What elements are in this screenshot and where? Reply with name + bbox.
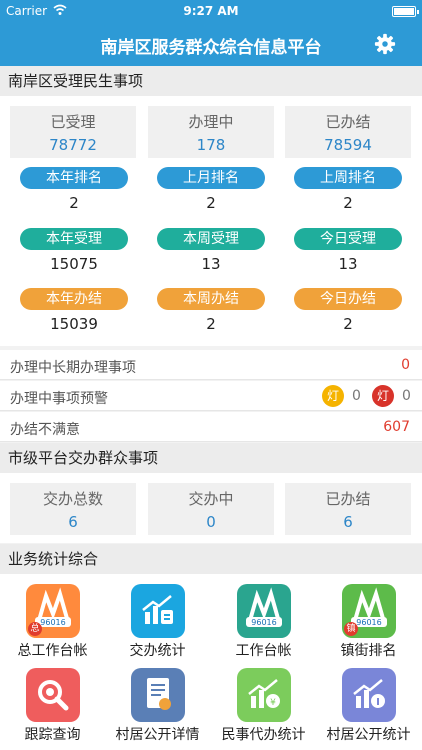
page-title: 南岸区服务群众综合信息平台	[100, 38, 322, 58]
red-count: 0	[402, 388, 411, 404]
tile-label: 总工作台帐	[17, 643, 88, 659]
row-warning[interactable]: 办理中事项预警 灯 0 灯 0	[0, 381, 422, 411]
tile-label: 村居公开统计	[326, 727, 411, 743]
status-bar: Carrier 9:27 AM	[0, 0, 422, 22]
business-panel: 96016 总 总工作台帐 交办统计 96016 工作台帐 96016 镇 镇街…	[0, 574, 422, 750]
chart-info-icon	[342, 668, 396, 722]
gear-icon[interactable]	[374, 33, 396, 55]
search-gear-icon	[26, 668, 80, 722]
pill-week-completed: 本周办结	[157, 288, 265, 310]
tile-village-detail[interactable]: 村居公开详情	[105, 666, 210, 749]
stat-value: 78772	[49, 136, 97, 154]
svg-text:96016: 96016	[251, 618, 276, 627]
stat-completed[interactable]: 已办结 78594	[285, 106, 411, 158]
stat-value: 78594	[324, 136, 372, 154]
value-week-completed: 2	[206, 315, 216, 333]
tile-label: 跟踪查询	[24, 727, 81, 743]
yellow-lamp-icon: 灯	[322, 385, 344, 407]
pill-today-completed: 今日办结	[294, 288, 402, 310]
stat-assigned-completed[interactable]: 已办结 6	[285, 483, 411, 535]
section-header-business: 业务统计综合	[0, 544, 422, 574]
row-long-term[interactable]: 办理中长期办理事项 0	[0, 350, 422, 380]
section-header-district: 南岸区受理民生事项	[0, 66, 422, 96]
row-unsatisfied[interactable]: 办结不满意 607	[0, 412, 422, 442]
value-month-rank: 2	[206, 194, 216, 212]
value-week-rank: 2	[343, 194, 353, 212]
value-today-completed: 2	[343, 315, 353, 333]
stat-label: 已受理	[50, 113, 96, 131]
tile-track-query[interactable]: 跟踪查询	[0, 666, 105, 749]
red-lamp-icon: 灯	[372, 385, 394, 407]
nav-bar: 南岸区服务群众综合信息平台	[0, 22, 422, 66]
row-value: 607	[383, 419, 410, 435]
stat-label: 已办结	[325, 490, 371, 508]
yellow-count: 0	[352, 388, 361, 404]
stat-value: 178	[196, 136, 226, 154]
pill-year-rank: 本年排名	[20, 167, 128, 189]
row-label: 办理中长期办理事项	[10, 360, 136, 376]
value-year-accepted: 15075	[50, 255, 98, 273]
stat-assigned-in-progress[interactable]: 交办中 0	[148, 483, 274, 535]
tile-assign-stats[interactable]: 交办统计	[105, 582, 210, 665]
pill-year-accepted: 本年受理	[20, 228, 128, 250]
chart-document-icon	[131, 584, 185, 638]
tile-town-ranking[interactable]: 96016 镇 镇街排名	[316, 582, 421, 665]
stat-accepted[interactable]: 已受理 78772	[10, 106, 136, 158]
pill-week-accepted: 本周受理	[157, 228, 265, 250]
stat-label: 已办结	[325, 113, 371, 131]
badge-total: 总	[28, 622, 42, 636]
value-year-rank: 2	[69, 194, 79, 212]
pill-today-accepted: 今日受理	[294, 228, 402, 250]
pill-month-rank: 上月排名	[157, 167, 265, 189]
stat-assigned-total[interactable]: 交办总数 6	[10, 483, 136, 535]
chart-money-icon: ¥	[237, 668, 291, 722]
tile-label: 镇街排名	[340, 643, 397, 659]
stat-value: 0	[206, 513, 216, 531]
stat-value: 6	[343, 513, 353, 531]
tile-label: 交办统计	[129, 643, 186, 659]
tile-label: 民事代办统计	[221, 727, 306, 743]
svg-text:96016: 96016	[356, 618, 381, 627]
stat-label: 办理中	[188, 113, 234, 131]
tile-label: 村居公开详情	[115, 727, 200, 743]
value-year-completed: 15039	[50, 315, 98, 333]
row-label: 办结不满意	[10, 422, 80, 438]
logo-96016-icon: 96016	[237, 584, 291, 638]
svg-text:¥: ¥	[270, 698, 276, 708]
value-week-accepted: 13	[201, 255, 221, 273]
svg-text:96016: 96016	[40, 618, 65, 627]
district-panel: 已受理 78772 办理中 178 已办结 78594 本年排名 上月排名 上周…	[0, 96, 422, 346]
tile-total-ledger[interactable]: 96016 总 总工作台帐	[0, 582, 105, 665]
value-today-accepted: 13	[338, 255, 358, 273]
stat-in-progress[interactable]: 办理中 178	[148, 106, 274, 158]
tile-civil-agency-stats[interactable]: ¥ 民事代办统计	[211, 666, 316, 749]
document-icon	[131, 668, 185, 722]
tile-label: 工作台帐	[235, 643, 292, 659]
stat-label: 交办总数	[42, 490, 103, 508]
pill-year-completed: 本年办结	[20, 288, 128, 310]
battery-icon	[392, 6, 419, 17]
pill-week-rank: 上周排名	[294, 167, 402, 189]
row-value: 0	[401, 357, 410, 373]
tile-village-stats[interactable]: 村居公开统计	[316, 666, 421, 749]
clock: 9:27 AM	[183, 4, 239, 18]
section-header-city: 市级平台交办群众事项	[0, 443, 422, 473]
tile-work-ledger[interactable]: 96016 工作台帐	[211, 582, 316, 665]
stat-label: 交办中	[188, 490, 234, 508]
city-panel: 交办总数 6 交办中 0 已办结 6	[0, 473, 422, 543]
stat-value: 6	[68, 513, 78, 531]
badge-town: 镇	[344, 622, 358, 636]
row-label: 办理中事项预警	[10, 391, 108, 407]
